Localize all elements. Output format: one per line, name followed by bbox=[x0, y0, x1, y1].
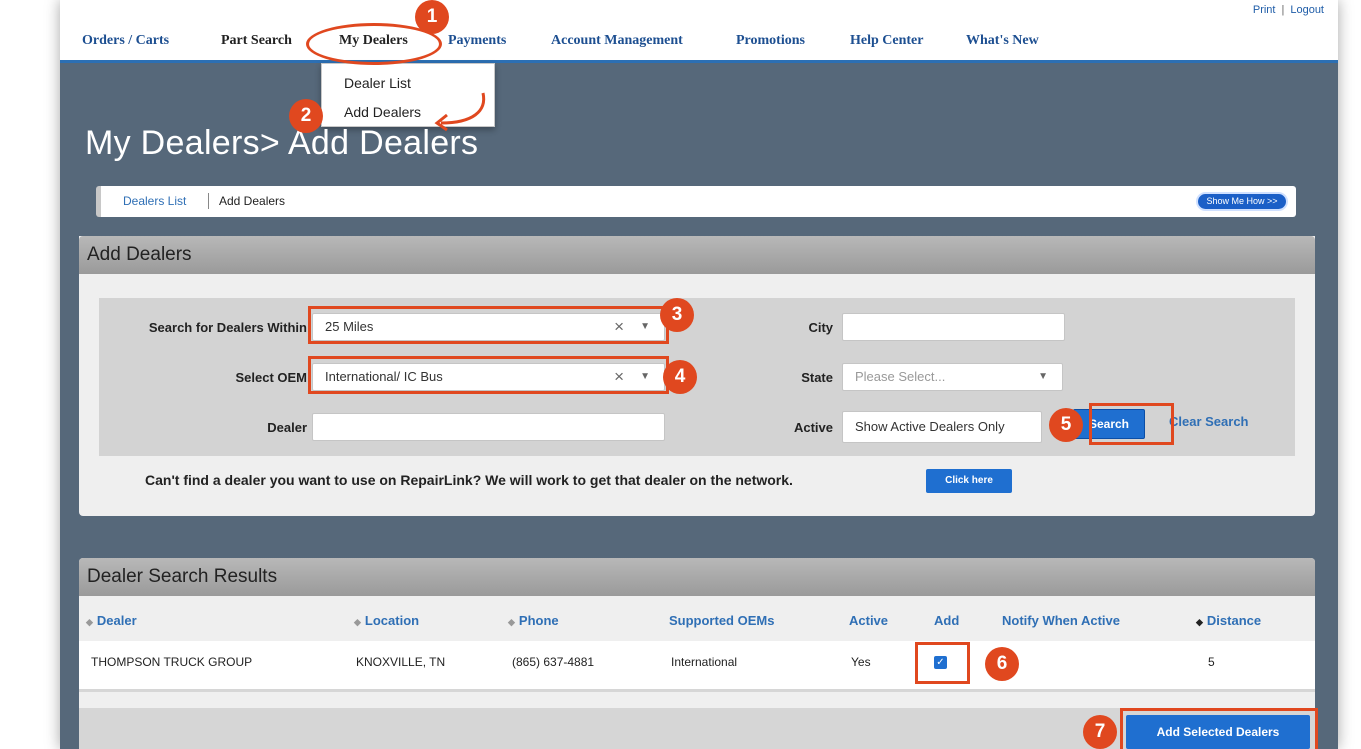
cell-active: Yes bbox=[851, 655, 871, 669]
col-notify-when-active: Notify When Active bbox=[1002, 613, 1120, 628]
step-badge-4: 4 bbox=[663, 360, 697, 394]
step-badge-7: 7 bbox=[1083, 715, 1117, 749]
cell-phone: (865) 637-4881 bbox=[512, 655, 595, 669]
show-me-how-button[interactable]: Show Me How >> bbox=[1196, 192, 1288, 211]
col-active: Active bbox=[849, 613, 889, 628]
breadcrumb-add-dealers: Add Dealers bbox=[219, 194, 286, 208]
sort-icon: ◆ bbox=[1196, 617, 1203, 627]
highlight-select-oem bbox=[308, 356, 669, 394]
breadcrumb-bar: Dealers List Add Dealers Show Me How >> bbox=[96, 186, 1296, 217]
dropdown-add-dealers[interactable]: Add Dealers bbox=[344, 104, 421, 120]
nav-payments[interactable]: Payments bbox=[448, 33, 506, 49]
results-footer-divider bbox=[79, 692, 1315, 708]
cell-location: KNOXVILLE, TN bbox=[356, 655, 446, 669]
utility-links: Print | Logout bbox=[1253, 4, 1324, 16]
dropdown-dealer-list[interactable]: Dealer List bbox=[344, 75, 411, 91]
highlight-search-within bbox=[308, 306, 669, 344]
add-dealers-panel: Add Dealers Search for Dealers Within 25… bbox=[79, 236, 1315, 516]
label-search-within: Search for Dealers Within bbox=[148, 320, 307, 335]
sort-icon: ◆ bbox=[354, 617, 361, 627]
sort-icon: ◆ bbox=[508, 617, 515, 627]
cell-oems: International bbox=[671, 655, 738, 669]
step-badge-6: 6 bbox=[985, 647, 1019, 681]
util-separator: | bbox=[1281, 4, 1285, 16]
label-city: City bbox=[808, 320, 833, 335]
add-dealers-panel-title: Add Dealers bbox=[79, 236, 1315, 274]
click-here-button[interactable]: Click here bbox=[926, 469, 1012, 493]
logout-link[interactable]: Logout bbox=[1290, 4, 1324, 16]
highlight-search-button bbox=[1089, 403, 1174, 445]
sort-icon: ◆ bbox=[86, 617, 93, 627]
highlight-add-selected bbox=[1120, 708, 1318, 749]
nav-help-center[interactable]: Help Center bbox=[850, 33, 923, 49]
col-dealer[interactable]: ◆ Dealer bbox=[86, 613, 137, 628]
chevron-down-icon[interactable]: ▼ bbox=[1038, 364, 1048, 390]
state-select[interactable]: Please Select... ▼ bbox=[842, 363, 1063, 391]
arrow-icon bbox=[434, 92, 486, 132]
page-title: My Dealers> Add Dealers bbox=[85, 124, 479, 162]
label-active: Active bbox=[793, 420, 833, 435]
label-select-oem: Select OEM bbox=[235, 370, 307, 385]
clear-search-link[interactable]: Clear Search bbox=[1169, 414, 1249, 429]
active-value: Show Active Dealers Only bbox=[855, 419, 1005, 434]
breadcrumb-divider bbox=[208, 193, 209, 209]
nav-whats-new[interactable]: What's New bbox=[966, 33, 1039, 49]
highlight-add-checkbox bbox=[915, 642, 970, 684]
step-badge-5: 5 bbox=[1049, 408, 1083, 442]
nav-part-search[interactable]: Part Search bbox=[221, 33, 292, 49]
label-dealer: Dealer bbox=[267, 420, 307, 435]
breadcrumb-dealers-list[interactable]: Dealers List bbox=[123, 194, 186, 208]
col-phone[interactable]: ◆ Phone bbox=[508, 613, 559, 628]
step-badge-1: 1 bbox=[415, 0, 449, 34]
active-select[interactable]: Show Active Dealers Only bbox=[842, 411, 1042, 443]
col-location[interactable]: ◆ Location bbox=[354, 613, 419, 628]
cant-find-message: Can't find a dealer you want to use on R… bbox=[145, 472, 793, 488]
step-badge-3: 3 bbox=[660, 298, 694, 332]
step-badge-2: 2 bbox=[289, 99, 323, 133]
results-panel-title: Dealer Search Results bbox=[79, 558, 1315, 596]
top-navigation: Print | Logout Orders / Carts Part Search … bbox=[60, 0, 1338, 63]
nav-promotions[interactable]: Promotions bbox=[736, 33, 805, 49]
cell-distance: 5 bbox=[1208, 655, 1215, 669]
label-state: State bbox=[801, 370, 833, 385]
nav-orders-carts[interactable]: Orders / Carts bbox=[82, 33, 169, 49]
print-link[interactable]: Print bbox=[1253, 4, 1276, 16]
city-input[interactable] bbox=[842, 313, 1065, 341]
cell-dealer: THOMPSON TRUCK GROUP bbox=[91, 655, 253, 669]
state-placeholder: Please Select... bbox=[855, 369, 946, 384]
col-distance[interactable]: ◆ Distance bbox=[1196, 613, 1261, 628]
col-supported-oems: Supported OEMs bbox=[669, 613, 775, 628]
col-add: Add bbox=[934, 613, 960, 628]
nav-account-management[interactable]: Account Management bbox=[551, 33, 683, 49]
dealer-input[interactable] bbox=[312, 413, 665, 441]
